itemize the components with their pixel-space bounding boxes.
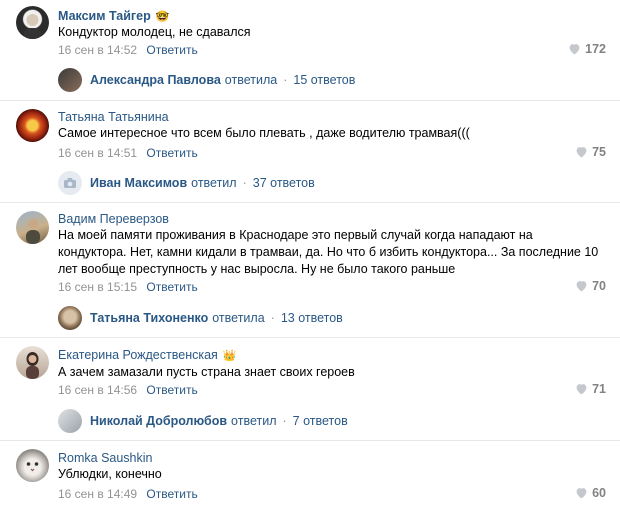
reply-verb: ответил xyxy=(231,414,277,428)
nerd-face-icon: 🤓 xyxy=(155,11,170,23)
comment-text: А зачем замазали пусть страна знает свои… xyxy=(58,365,355,379)
comment-text: Кондуктор молодец, не сдавался xyxy=(58,25,251,39)
comment-meta: 16 сен в 15:15 Ответить xyxy=(58,280,198,294)
replies-count[interactable]: 37 ответов xyxy=(253,176,315,190)
divider xyxy=(0,100,620,101)
comment-author[interactable]: Вадим Переверзов xyxy=(58,212,169,226)
replies-count[interactable]: 7 ответов xyxy=(293,414,348,428)
avatar[interactable] xyxy=(16,211,49,244)
like-count: 60 xyxy=(592,486,606,500)
comment-text: На моей памяти проживания в Краснодаре э… xyxy=(58,228,599,276)
reply-button[interactable]: Ответить xyxy=(146,383,197,397)
reply-avatar xyxy=(58,171,82,195)
author-name[interactable]: Вадим Переверзов xyxy=(58,212,169,226)
author-name[interactable]: Екатерина Рождественская xyxy=(58,348,218,362)
reply-author[interactable]: Александра Павлова xyxy=(90,73,221,87)
author-name[interactable]: Romka Saushkin xyxy=(58,451,153,465)
reply-avatar xyxy=(58,409,82,433)
comment-meta: 16 сен в 14:49 Ответить xyxy=(58,487,198,501)
reply-verb: ответил xyxy=(191,176,237,190)
reply-author[interactable]: Николай Добролюбов xyxy=(90,414,227,428)
reply-avatar xyxy=(58,306,82,330)
divider xyxy=(0,337,620,338)
reply-avatar xyxy=(58,68,82,92)
comment-author[interactable]: Romka Saushkin xyxy=(58,451,153,465)
comment-date[interactable]: 16 сен в 15:15 xyxy=(58,280,137,294)
like-count: 70 xyxy=(592,279,606,293)
author-name[interactable]: Татьяна Татьянина xyxy=(58,110,169,124)
divider xyxy=(0,440,620,441)
like-button[interactable]: 60 xyxy=(575,486,606,500)
dot-separator: · xyxy=(242,176,247,190)
like-button[interactable]: 75 xyxy=(575,145,606,159)
heart-icon xyxy=(576,488,587,499)
camera-icon xyxy=(64,178,76,188)
reply-button[interactable]: Ответить xyxy=(146,146,197,160)
replies-count[interactable]: 13 ответов xyxy=(281,311,343,325)
reply-button[interactable]: Ответить xyxy=(146,487,197,501)
dot-separator: · xyxy=(283,73,288,87)
dot-separator: · xyxy=(282,414,287,428)
comment-author[interactable]: Екатерина Рождественская 👑 xyxy=(58,348,237,362)
cat-photo-icon xyxy=(26,462,39,472)
comment-meta: 16 сен в 14:52 Ответить xyxy=(58,43,198,57)
like-button[interactable]: 70 xyxy=(575,279,606,293)
author-name[interactable]: Максим Тайгер xyxy=(58,9,151,23)
replies-thread[interactable]: Иван Максимов ответил · 37 ответов xyxy=(58,170,315,196)
comment-meta: 16 сен в 14:56 Ответить xyxy=(58,383,198,397)
replies-thread[interactable]: Татьяна Тихоненко ответила · 13 ответов xyxy=(58,305,343,331)
like-count: 172 xyxy=(585,42,606,56)
heart-icon xyxy=(576,147,587,158)
heart-icon xyxy=(569,44,580,55)
reply-author[interactable]: Иван Максимов xyxy=(90,176,187,190)
reply-author[interactable]: Татьяна Тихоненко xyxy=(90,311,208,325)
comment-date[interactable]: 16 сен в 14:49 xyxy=(58,487,137,501)
reply-verb: ответила xyxy=(224,73,278,87)
avatar[interactable] xyxy=(16,449,49,482)
replies-thread[interactable]: Николай Добролюбов ответил · 7 ответов xyxy=(58,408,348,434)
avatar[interactable] xyxy=(16,109,49,142)
dot-separator: · xyxy=(270,311,275,325)
divider xyxy=(0,202,620,203)
replies-thread[interactable]: Александра Павлова ответила · 15 ответов xyxy=(58,67,355,93)
crown-icon: 👑 xyxy=(222,350,237,362)
comment-text: Самое интересное что всем было плевать ,… xyxy=(58,126,470,140)
comment-meta: 16 сен в 14:51 Ответить xyxy=(58,146,198,160)
avatar[interactable] xyxy=(16,346,49,379)
reply-verb: ответила xyxy=(212,311,265,325)
like-button[interactable]: 71 xyxy=(575,382,606,396)
heart-icon xyxy=(576,281,587,292)
user-photo-icon xyxy=(26,352,39,379)
comment-text: Ублюдки, конечно xyxy=(58,467,162,481)
reply-button[interactable]: Ответить xyxy=(146,43,197,57)
replies-count[interactable]: 15 ответов xyxy=(293,73,355,87)
like-count: 75 xyxy=(592,145,606,159)
like-count: 71 xyxy=(592,382,606,396)
comment-date[interactable]: 16 сен в 14:52 xyxy=(58,43,137,57)
like-button[interactable]: 172 xyxy=(568,42,606,56)
comment-date[interactable]: 16 сен в 14:56 xyxy=(58,383,137,397)
user-photo-icon xyxy=(26,219,40,244)
comment-author[interactable]: Максим Тайгер 🤓 xyxy=(58,9,169,23)
heart-icon xyxy=(576,384,587,395)
avatar[interactable] xyxy=(16,6,49,39)
reply-button[interactable]: Ответить xyxy=(146,280,197,294)
user-photo-icon xyxy=(24,14,41,39)
comment-author[interactable]: Татьяна Татьянина xyxy=(58,110,169,124)
comment-date[interactable]: 16 сен в 14:51 xyxy=(58,146,137,160)
